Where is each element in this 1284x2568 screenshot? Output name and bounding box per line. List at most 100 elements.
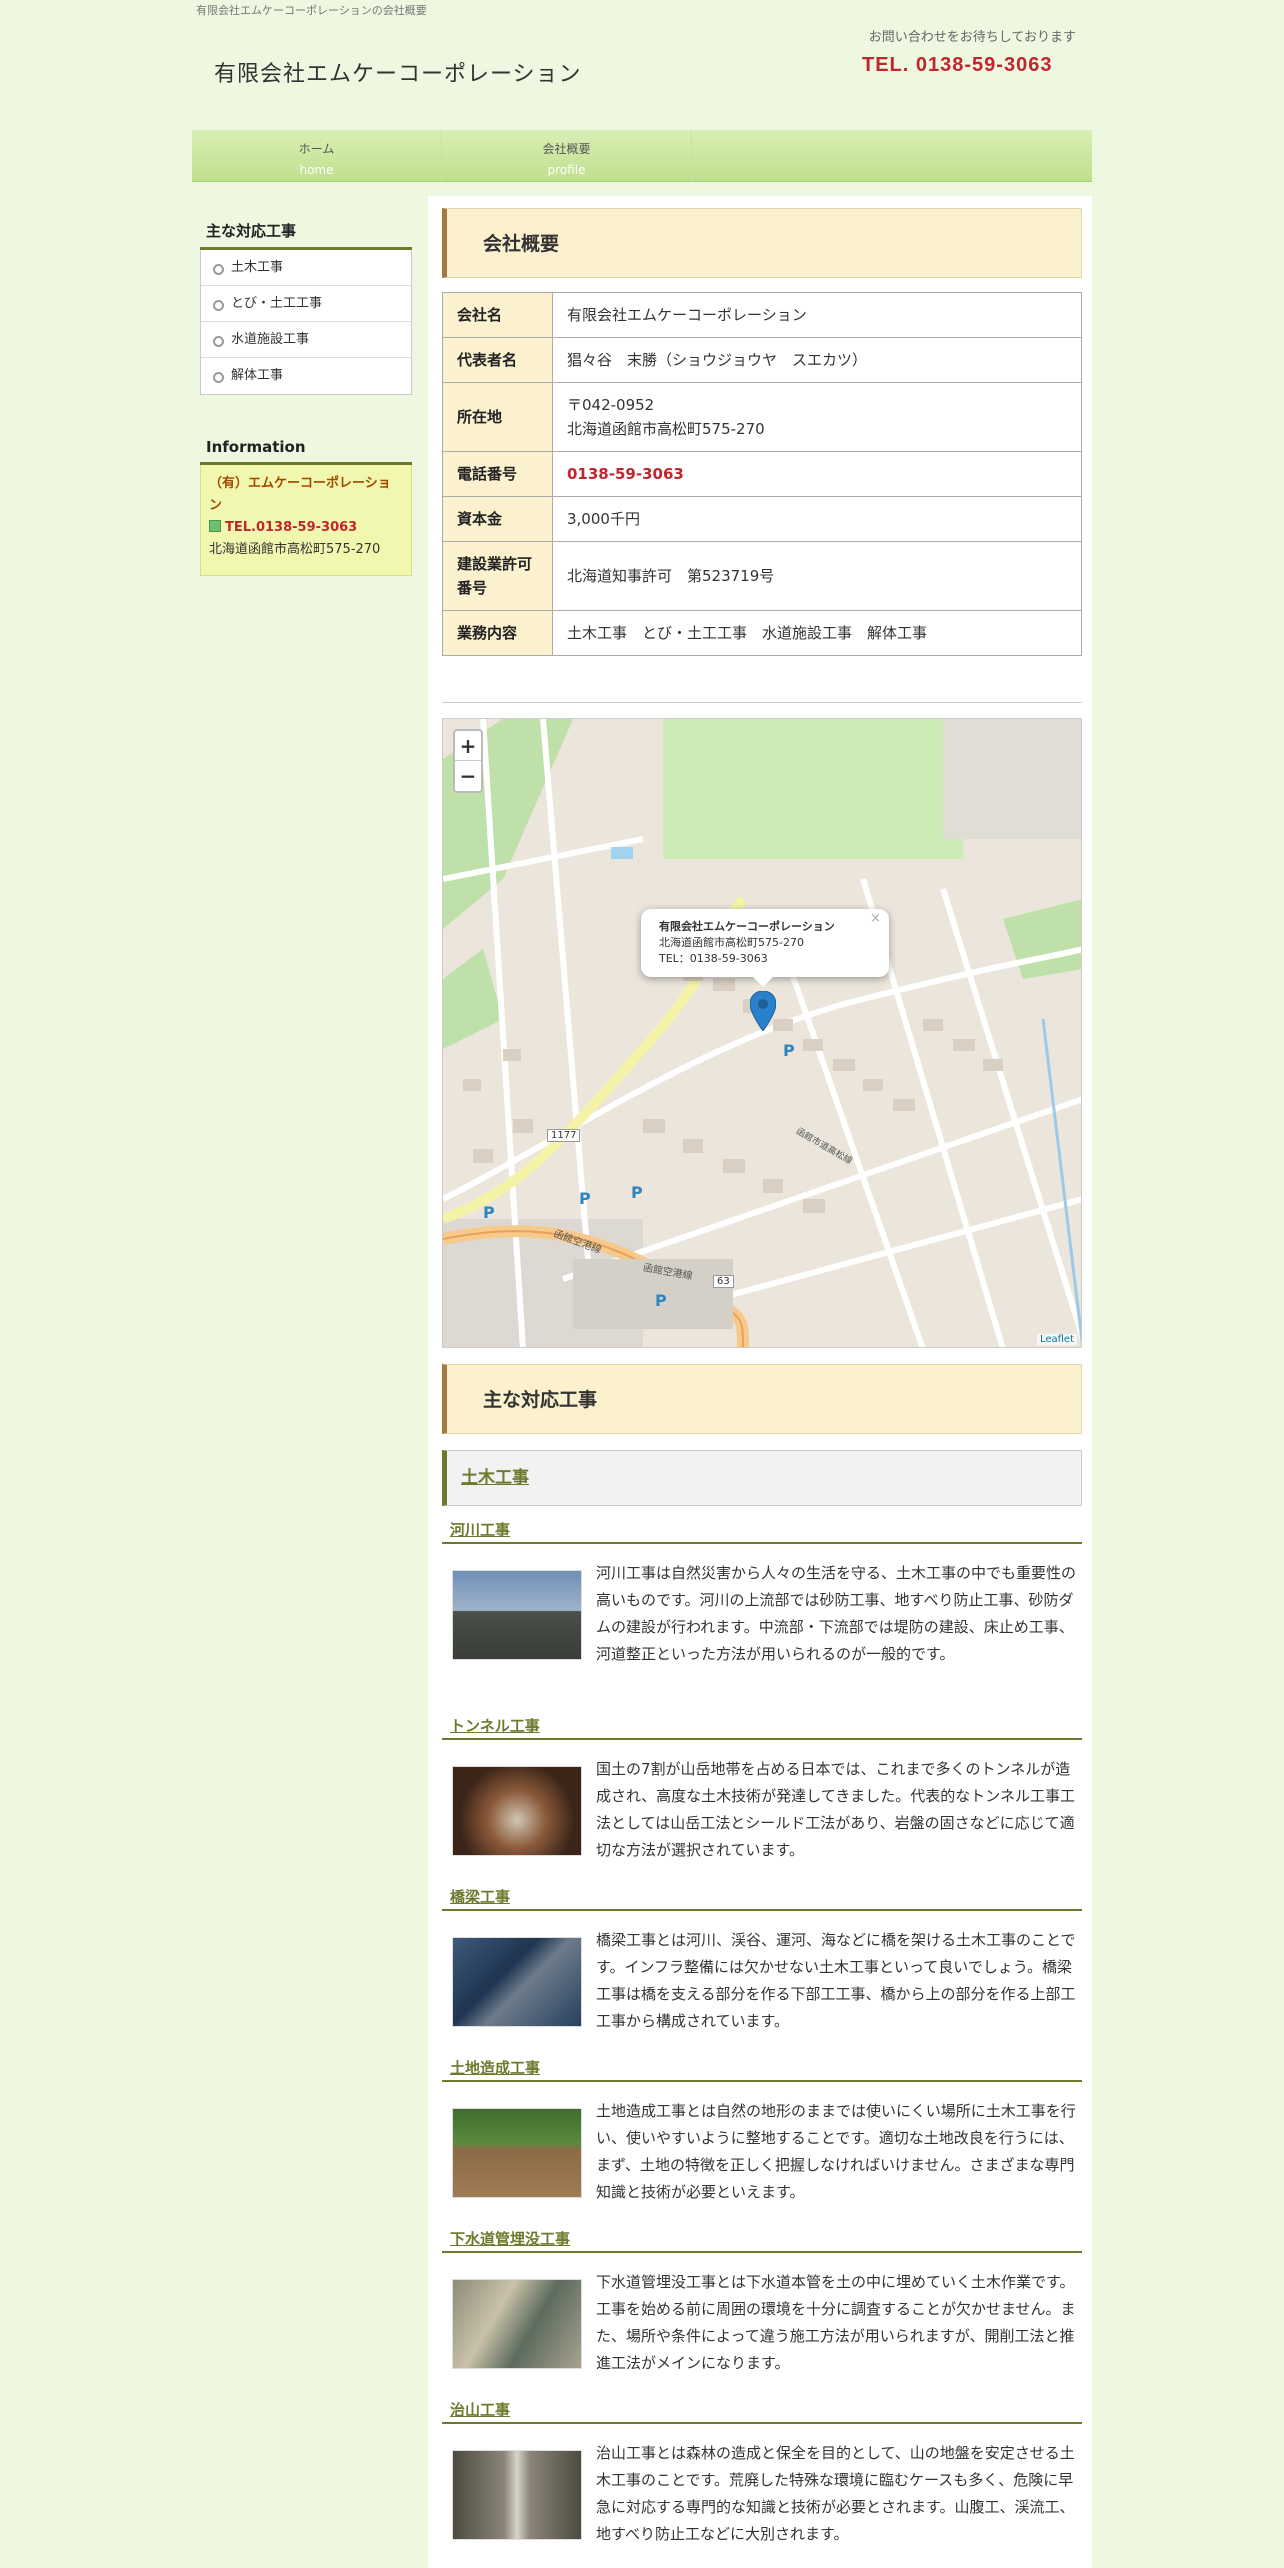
parking-icon: P: [579, 1189, 591, 1208]
route-label-63: 63: [713, 1275, 734, 1288]
table-row: 電話番号 0138-59-3063: [442, 451, 1082, 497]
postal-code: 〒042-0952: [567, 396, 655, 414]
sidebar-info-title: Information: [200, 434, 412, 465]
row-label: 業務内容: [442, 610, 553, 656]
parking-icon: P: [631, 1183, 643, 1202]
work-item: トンネル工事 国土の7割が山岳地帯を占める日本では、これまで多くのトンネルが造成…: [442, 1712, 1082, 1864]
work-item-link[interactable]: 治山工事: [450, 2401, 510, 2419]
row-value: 猖々谷 末勝（ショウジョウヤ スエカツ）: [552, 337, 1082, 383]
work-item-title: 治山工事: [442, 2396, 1082, 2424]
site-tagline: 有限会社エムケーコーポレーションの会社概要: [196, 4, 427, 17]
parking-icon: P: [483, 1203, 495, 1222]
table-row: 代表者名 猖々谷 末勝（ショウジョウヤ スエカツ）: [442, 337, 1082, 383]
phone-icon: [209, 520, 221, 532]
global-nav: ホーム home 会社概要 profile: [192, 130, 1092, 182]
work-item-title: 土地造成工事: [442, 2054, 1082, 2082]
sidebar-works-list: 土木工事 とび・土工工事 水道施設工事 解体工事: [200, 250, 412, 395]
work-item-title: 河川工事: [442, 1516, 1082, 1544]
work-item-text: 橋梁工事とは河川、渓谷、運河、海などに橋を架ける土木工事のことです。インフラ整備…: [596, 1931, 1076, 2030]
row-value: 北海道知事許可 第523719号: [552, 541, 1082, 611]
work-item-title: 橋梁工事: [442, 1883, 1082, 1911]
parking-icon: P: [783, 1041, 795, 1060]
info-tel[interactable]: TEL.0138-59-3063: [225, 520, 357, 535]
work-item: 河川工事 河川工事は自然災害から人々の生活を守る、土木工事の中でも重要性の高いも…: [442, 1516, 1082, 1668]
sewer-work-photo: [452, 2279, 582, 2369]
work-item-text: 治山工事とは森林の造成と保全を目的として、山の地盤を安定させる土木工事のことです…: [596, 2444, 1075, 2543]
sidebar-item-kaitai[interactable]: 解体工事: [201, 358, 411, 394]
work-item-text: 河川工事は自然災害から人々の生活を守る、土木工事の中でも重要性の高いものです。河…: [596, 1564, 1077, 1663]
divider: [442, 702, 1082, 703]
work-item-link[interactable]: 下水道管埋没工事: [450, 2230, 570, 2248]
table-row: 業務内容 土木工事 とび・土工工事 水道施設工事 解体工事: [442, 610, 1082, 656]
sidebar-works-title: 主な対応工事: [200, 216, 412, 250]
row-label: 代表者名: [442, 337, 553, 383]
zoom-out-button[interactable]: −: [455, 761, 481, 791]
info-address: 北海道函館市高松町575-270: [209, 542, 381, 557]
tunnel-work-photo: [452, 1766, 582, 1856]
row-label-text: 建設業許可番号: [457, 555, 533, 597]
work-item-link[interactable]: 土地造成工事: [450, 2059, 540, 2077]
works-category-link[interactable]: 土木工事: [461, 1468, 529, 1488]
main-content: 会社概要 会社名 有限会社エムケーコーポレーション 代表者名 猖々谷 末勝（ショウジ…: [428, 196, 1092, 2568]
map[interactable]: 1177 63 函館空港線 函館空港線 函館市道高松線 P P P P P + …: [442, 718, 1082, 1348]
popup-close-button[interactable]: ×: [870, 911, 881, 927]
table-row: 資本金 3,000千円: [442, 496, 1082, 542]
map-attribution[interactable]: Leaflet: [1036, 1334, 1077, 1345]
work-item-title: 下水道管埋没工事: [442, 2225, 1082, 2253]
row-value: 3,000千円: [552, 496, 1082, 542]
parking-icon: P: [655, 1291, 667, 1310]
work-item-link[interactable]: トンネル工事: [450, 1717, 540, 1735]
contact-note: お問い合わせをお待ちしております: [868, 30, 1076, 45]
nav-sublabel: home: [299, 163, 334, 177]
nav-item-profile[interactable]: 会社概要 profile: [442, 130, 692, 182]
nav-label: ホーム: [298, 142, 335, 156]
zoom-in-button[interactable]: +: [455, 731, 481, 761]
land-work-photo: [452, 2108, 582, 2198]
works-title: 主な対応工事: [442, 1364, 1082, 1434]
erosion-control-photo: [452, 2450, 582, 2540]
table-row: 会社名 有限会社エムケーコーポレーション: [442, 292, 1082, 338]
map-popup: × 有限会社エムケーコーポレーション 北海道函館市高松町575-270 TEL：…: [641, 909, 889, 987]
site-title[interactable]: 有限会社エムケーコーポレーション: [214, 56, 582, 88]
nav-item-home[interactable]: ホーム home: [192, 130, 442, 182]
zoom-control: + −: [453, 729, 483, 793]
works-category: 土木工事: [442, 1450, 1082, 1506]
work-item-title: トンネル工事: [442, 1712, 1082, 1740]
work-item: 下水道管埋没工事 下水道管埋没工事とは下水道本管を土の中に埋めていく土木作業です…: [442, 2225, 1082, 2377]
row-label: 資本金: [442, 496, 553, 542]
sidebar-info: Information （有）エムケーコーポレーション TEL.0138-59-…: [200, 434, 412, 576]
work-item: 治山工事 治山工事とは森林の造成と保全を目的として、山の地盤を安定させる土木工事…: [442, 2396, 1082, 2548]
popup-company-name: 有限会社エムケーコーポレーション: [659, 920, 835, 933]
row-label: 会社名: [442, 292, 553, 338]
table-row: 所在地 〒042-0952 北海道函館市高松町575-270: [442, 382, 1082, 452]
work-item-text: 国土の7割が山岳地帯を占める日本では、これまで多くのトンネルが造成され、高度な土…: [596, 1760, 1075, 1859]
row-value: 0138-59-3063: [552, 451, 1082, 497]
table-row: 建設業許可番号 北海道知事許可 第523719号: [442, 541, 1082, 611]
work-item: 土地造成工事 土地造成工事とは自然の地形のままでは使いにくい場所に土木工事を行い…: [442, 2054, 1082, 2206]
info-box: （有）エムケーコーポレーション TEL.0138-59-3063 北海道函館市高…: [200, 465, 412, 576]
info-company-name: （有）エムケーコーポレーション: [209, 476, 391, 513]
row-value: 土木工事 とび・土工工事 水道施設工事 解体工事: [552, 610, 1082, 656]
work-item-link[interactable]: 橋梁工事: [450, 1888, 510, 1906]
nav-sublabel: profile: [547, 163, 586, 177]
work-item-text: 下水道管埋没工事とは下水道本管を土の中に埋めていく土木作業です。工事を始める前に…: [596, 2273, 1076, 2372]
map-marker-icon[interactable]: [750, 991, 776, 1031]
work-item-text: 土地造成工事とは自然の地形のままでは使いにくい場所に土木工事を行い、使いやすいよ…: [596, 2102, 1076, 2201]
work-item: 橋梁工事 橋梁工事とは河川、渓谷、運河、海などに橋を架ける土木工事のことです。イ…: [442, 1883, 1082, 2035]
sidebar-item-tobi[interactable]: とび・土工工事: [201, 286, 411, 322]
route-label-1177: 1177: [547, 1129, 581, 1142]
row-label: 建設業許可番号: [442, 541, 553, 611]
map-tiles[interactable]: [443, 719, 1082, 1348]
nav-label: 会社概要: [542, 142, 591, 156]
row-value: 〒042-0952 北海道函館市高松町575-270: [552, 382, 1082, 452]
sidebar-item-doboku[interactable]: 土木工事: [201, 250, 411, 286]
row-label: 所在地: [442, 382, 553, 452]
row-value: 有限会社エムケーコーポレーション: [552, 292, 1082, 338]
phone-link[interactable]: 0138-59-3063: [567, 465, 684, 483]
river-work-photo: [452, 1570, 582, 1660]
company-table: 会社名 有限会社エムケーコーポレーション 代表者名 猖々谷 末勝（ショウジョウヤ ス…: [442, 292, 1082, 656]
sidebar-item-suido[interactable]: 水道施設工事: [201, 322, 411, 358]
contact-tel[interactable]: TEL. 0138-59-3063: [862, 54, 1052, 77]
work-item-link[interactable]: 河川工事: [450, 1521, 510, 1539]
address: 北海道函館市高松町575-270: [567, 420, 765, 438]
